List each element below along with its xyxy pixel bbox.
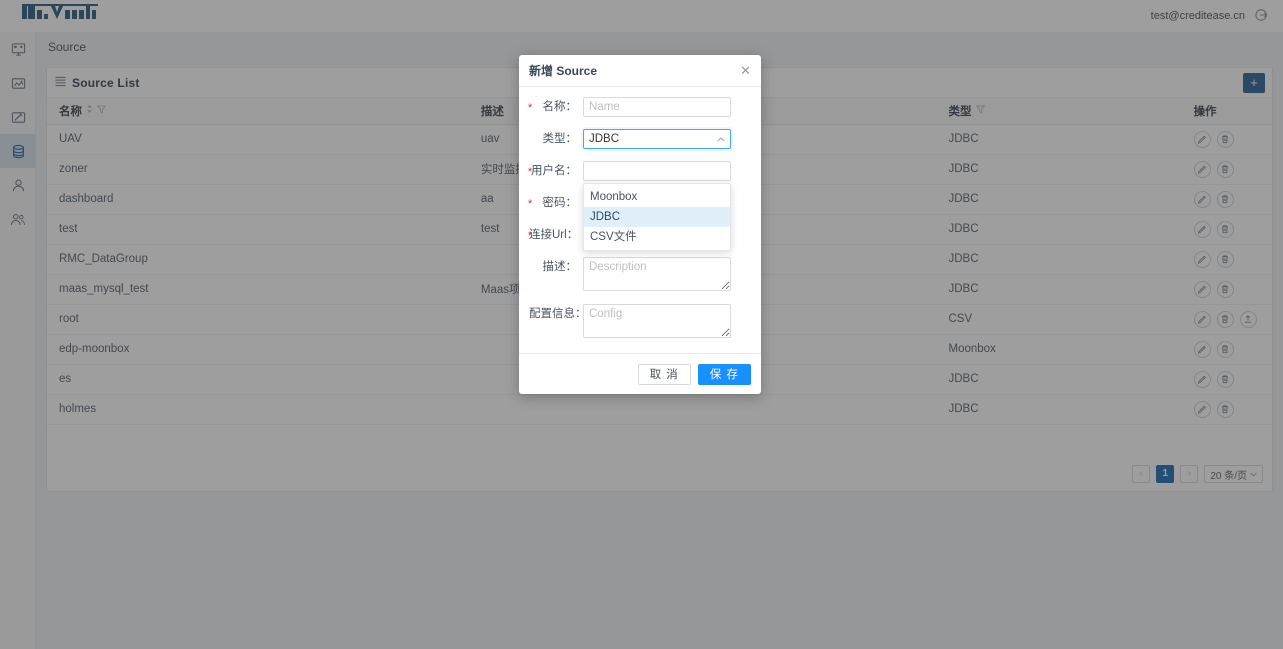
form-row-type: 类型： JDBC bbox=[529, 129, 751, 149]
type-option-CSV文件[interactable]: CSV文件 bbox=[584, 227, 730, 247]
label-description: 描述： bbox=[542, 261, 578, 273]
modal-header: 新增 Source ✕ bbox=[519, 55, 761, 87]
cancel-button[interactable]: 取 消 bbox=[637, 363, 691, 385]
label-name: 名称： bbox=[528, 97, 583, 118]
description-textarea[interactable] bbox=[583, 257, 731, 291]
type-select[interactable]: JDBC bbox=[583, 129, 731, 149]
form-row-name: 名称： bbox=[528, 97, 751, 118]
label-password: 密码： bbox=[528, 193, 583, 214]
name-input[interactable] bbox=[583, 97, 731, 117]
form-row-username: 用户名： bbox=[528, 161, 751, 182]
new-source-modal: 新增 Source ✕ 名称： 类型： JDBC Moonb bbox=[519, 55, 761, 394]
modal-body: 名称： 类型： JDBC MoonboxJDBCCSV文件 用户名： bbox=[519, 87, 761, 355]
config-textarea[interactable] bbox=[583, 304, 731, 338]
type-select-dropdown[interactable]: Moonbox JDBC CSV文件 bbox=[583, 183, 731, 251]
label-config: 配置信息： bbox=[529, 308, 587, 320]
save-button[interactable]: 保 存 bbox=[697, 363, 751, 385]
type-option-Moonbox[interactable]: Moonbox bbox=[584, 187, 730, 207]
chevron-up-icon bbox=[717, 133, 725, 145]
modal-footer: 取 消 保 存 bbox=[519, 353, 761, 394]
type-select-value: JDBC bbox=[589, 133, 620, 145]
label-username: 用户名： bbox=[528, 161, 583, 182]
close-icon[interactable]: ✕ bbox=[740, 64, 751, 77]
label-type: 类型： bbox=[542, 133, 578, 145]
app-root: test@creditease.cn Source Source List + … bbox=[0, 0, 1283, 649]
form-row-description: 描述： bbox=[529, 257, 751, 291]
username-input[interactable] bbox=[583, 161, 731, 181]
form-row-config: 配置信息： bbox=[529, 304, 751, 338]
modal-title: 新增 Source bbox=[529, 64, 598, 78]
label-url: 连接Url： bbox=[528, 225, 583, 246]
type-option-JDBC[interactable]: JDBC bbox=[584, 207, 730, 227]
